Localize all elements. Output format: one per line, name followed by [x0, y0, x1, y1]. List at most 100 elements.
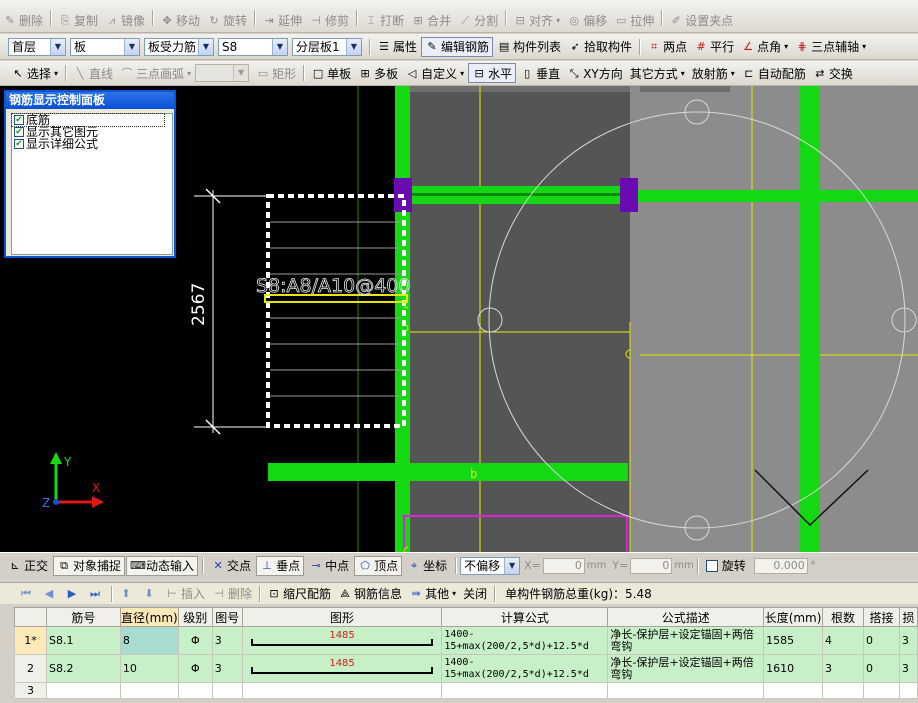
cell-grade[interactable]: Φ	[177, 654, 213, 683]
header-shape[interactable]: 图形	[241, 607, 443, 627]
rotate-checkbox[interactable]	[705, 559, 718, 572]
coordinate-snap[interactable]: ⌖ 坐标	[403, 556, 451, 576]
stretch-button[interactable]: ▭ 拉伸	[611, 10, 657, 30]
category-select[interactable]: 板 ▼	[70, 37, 140, 56]
rectangle-button[interactable]: ▭ 矩形	[253, 63, 299, 83]
other-methods-button[interactable]: 其它方式 ▾	[627, 63, 688, 83]
delete-button[interactable]: ✎ 删除	[0, 10, 46, 30]
rebar-info-button[interactable]: ⟁ 钢筋信息	[335, 584, 405, 604]
header-figure-number[interactable]: 图号	[211, 607, 243, 627]
first-record-button[interactable]: ⏮	[16, 584, 38, 604]
move-button[interactable]: ✥ 移动	[157, 10, 203, 30]
rebar-display-control-panel[interactable]: 钢筋显示控制面板 ✔ 底筋 ✔ 显示其它图元 ✔ 显示详细公式	[4, 90, 176, 258]
midpoint-snap[interactable]: ⊸ 中点	[305, 556, 353, 576]
perpendicular-snap[interactable]: ⊥ 垂点	[256, 555, 305, 576]
row-index[interactable]: 1*	[14, 626, 47, 655]
delete-row-button[interactable]: ⊣ 删除	[209, 584, 255, 604]
cell-shape[interactable]: 1485	[241, 626, 443, 655]
component-list-button[interactable]: ▤ 构件列表	[494, 37, 564, 57]
select-button[interactable]: ↖ 选择 ▾	[8, 63, 61, 83]
single-slab-button[interactable]: □ 单板	[308, 63, 354, 83]
next-record-button[interactable]: ▶	[62, 584, 84, 604]
copy-button[interactable]: ⎘ 复制	[55, 10, 101, 30]
custom-button[interactable]: ◁ 自定义 ▾	[402, 63, 467, 83]
selected-rebar[interactable]: S8:A8/A10@400	[256, 194, 411, 428]
offset-mode-select[interactable]: 不偏移 ▼	[460, 556, 521, 575]
cell-grade[interactable]: Φ	[177, 626, 213, 655]
xy-direction-button[interactable]: ⤡ XY方向	[564, 63, 626, 83]
pick-component-button[interactable]: ➶ 拾取构件	[565, 37, 635, 57]
ortho-toggle[interactable]: ⊾ 正交	[4, 556, 52, 576]
cell-formula[interactable]: 1400-15+max(200/2,5*d)+12.5*d	[441, 654, 609, 683]
header-diameter[interactable]: 直径(mm)	[119, 607, 179, 627]
cell-diameter[interactable]: 8	[119, 626, 179, 655]
cell-description[interactable]: 净长-保护层+设定锚固+两倍弯钩	[607, 654, 765, 683]
rotate-button[interactable]: ↻ 旋转	[204, 10, 250, 30]
arc-button[interactable]: ⌒ 三点画弧 ▾	[117, 63, 194, 83]
cell-bar-number[interactable]: S8.2	[45, 654, 121, 683]
rotate-angle-input[interactable]: 0.000	[753, 557, 808, 574]
move-up-button[interactable]: ⬆	[116, 584, 138, 604]
cell-formula[interactable]: 1400-15+max(200/2,5*d)+12.5*d	[441, 626, 609, 655]
dynamic-input-toggle[interactable]: ⌨ 动态输入	[126, 555, 199, 576]
swap-button[interactable]: ⇄ 交换	[810, 63, 856, 83]
object-snap-toggle[interactable]: ⧉ 对象捕捉	[53, 555, 126, 576]
header-loss[interactable]: 损	[898, 607, 918, 627]
parallel-axis-button[interactable]: # 平行	[691, 37, 737, 57]
cell-diameter[interactable]: 10	[119, 654, 179, 683]
mirror-button[interactable]: ⩘ 镜像	[102, 10, 148, 30]
line-button[interactable]: ╲ 直线	[70, 63, 116, 83]
header-count[interactable]: 根数	[822, 607, 864, 627]
three-point-axis-button[interactable]: ⋕ 三点辅轴 ▾	[792, 37, 869, 57]
intersection-snap[interactable]: ✕ 交点	[207, 556, 255, 576]
cell-lap[interactable]: 0	[862, 654, 900, 683]
other-menu-button[interactable]: ⇛ 其他 ▾	[406, 584, 459, 604]
header-length[interactable]: 长度(mm)	[763, 607, 824, 627]
header-bar-number[interactable]: 筋号	[45, 607, 121, 627]
checkbox-icon[interactable]: ✔	[14, 115, 24, 125]
header-description[interactable]: 公式描述	[607, 607, 765, 627]
vertical-button[interactable]: ▯ 垂直	[517, 63, 563, 83]
two-point-axis-button[interactable]: ⌗ 两点	[644, 37, 690, 57]
cell-loss[interactable]: 3	[898, 626, 918, 655]
cell-length[interactable]: 1610	[763, 654, 824, 683]
header-lap[interactable]: 搭接	[862, 607, 900, 627]
cell-lap[interactable]: 0	[862, 626, 900, 655]
cell-length[interactable]: 1585	[763, 626, 824, 655]
table-row[interactable]: 2 S8.2 10 Φ 3 1485 1400-15+max(200/2,5*d…	[14, 654, 918, 683]
table-row[interactable]: 1* S8.1 8 Φ 3 1485 1400-15+max(200/2,5*d…	[14, 626, 918, 655]
scale-rebar-button[interactable]: ⊡ 缩尺配筋	[264, 584, 334, 604]
row-index[interactable]: 2	[14, 654, 47, 683]
point-angle-button[interactable]: ∠ 点角 ▾	[738, 37, 791, 57]
cell-bar-number[interactable]: S8.1	[45, 626, 121, 655]
extend-button[interactable]: ⇥ 延伸	[259, 10, 305, 30]
cell-figure-number[interactable]: 3	[211, 626, 243, 655]
x-offset-input[interactable]: 0	[542, 557, 585, 574]
floor-select[interactable]: 首层 ▼	[8, 37, 66, 56]
last-record-button[interactable]: ⏭	[85, 584, 107, 604]
cell-count[interactable]: 3	[822, 654, 864, 683]
move-down-button[interactable]: ⬇	[139, 584, 161, 604]
cell-shape[interactable]: 1485	[241, 654, 443, 683]
align-button[interactable]: ⊟ 对齐 ▾	[510, 10, 563, 30]
split-button[interactable]: ⟋ 分割	[455, 10, 501, 30]
subcategory-select[interactable]: 板受力筋 ▼	[144, 37, 214, 56]
break-button[interactable]: ⌶ 打断	[361, 10, 407, 30]
header-grade[interactable]: 级别	[177, 607, 213, 627]
checkbox-icon[interactable]: ✔	[14, 139, 24, 149]
properties-button[interactable]: ☰ 属性	[374, 37, 420, 57]
merge-button[interactable]: ⊞ 合并	[408, 10, 454, 30]
element-select[interactable]: S8 ▼	[218, 37, 288, 56]
multi-slab-button[interactable]: ⊞ 多板	[355, 63, 401, 83]
checkbox-icon[interactable]: ✔	[14, 127, 24, 137]
header-formula[interactable]: 计算公式	[441, 607, 609, 627]
edit-rebar-button[interactable]: ✎ 编辑钢筋	[421, 36, 494, 57]
radial-rebar-button[interactable]: 放射筋 ▾	[689, 63, 738, 83]
auto-rebar-button[interactable]: ⊏ 自动配筋	[739, 63, 809, 83]
option-show-detailed-formula[interactable]: ✔ 显示详细公式	[12, 138, 172, 150]
offset-button[interactable]: ◎ 偏移	[564, 10, 610, 30]
arc-mode-select[interactable]: ▼	[195, 64, 250, 82]
cell-description[interactable]: 净长-保护层+设定锚固+两倍弯钩	[607, 626, 765, 655]
cell-figure-number[interactable]: 3	[211, 654, 243, 683]
table-row-empty[interactable]: 3	[14, 682, 918, 699]
